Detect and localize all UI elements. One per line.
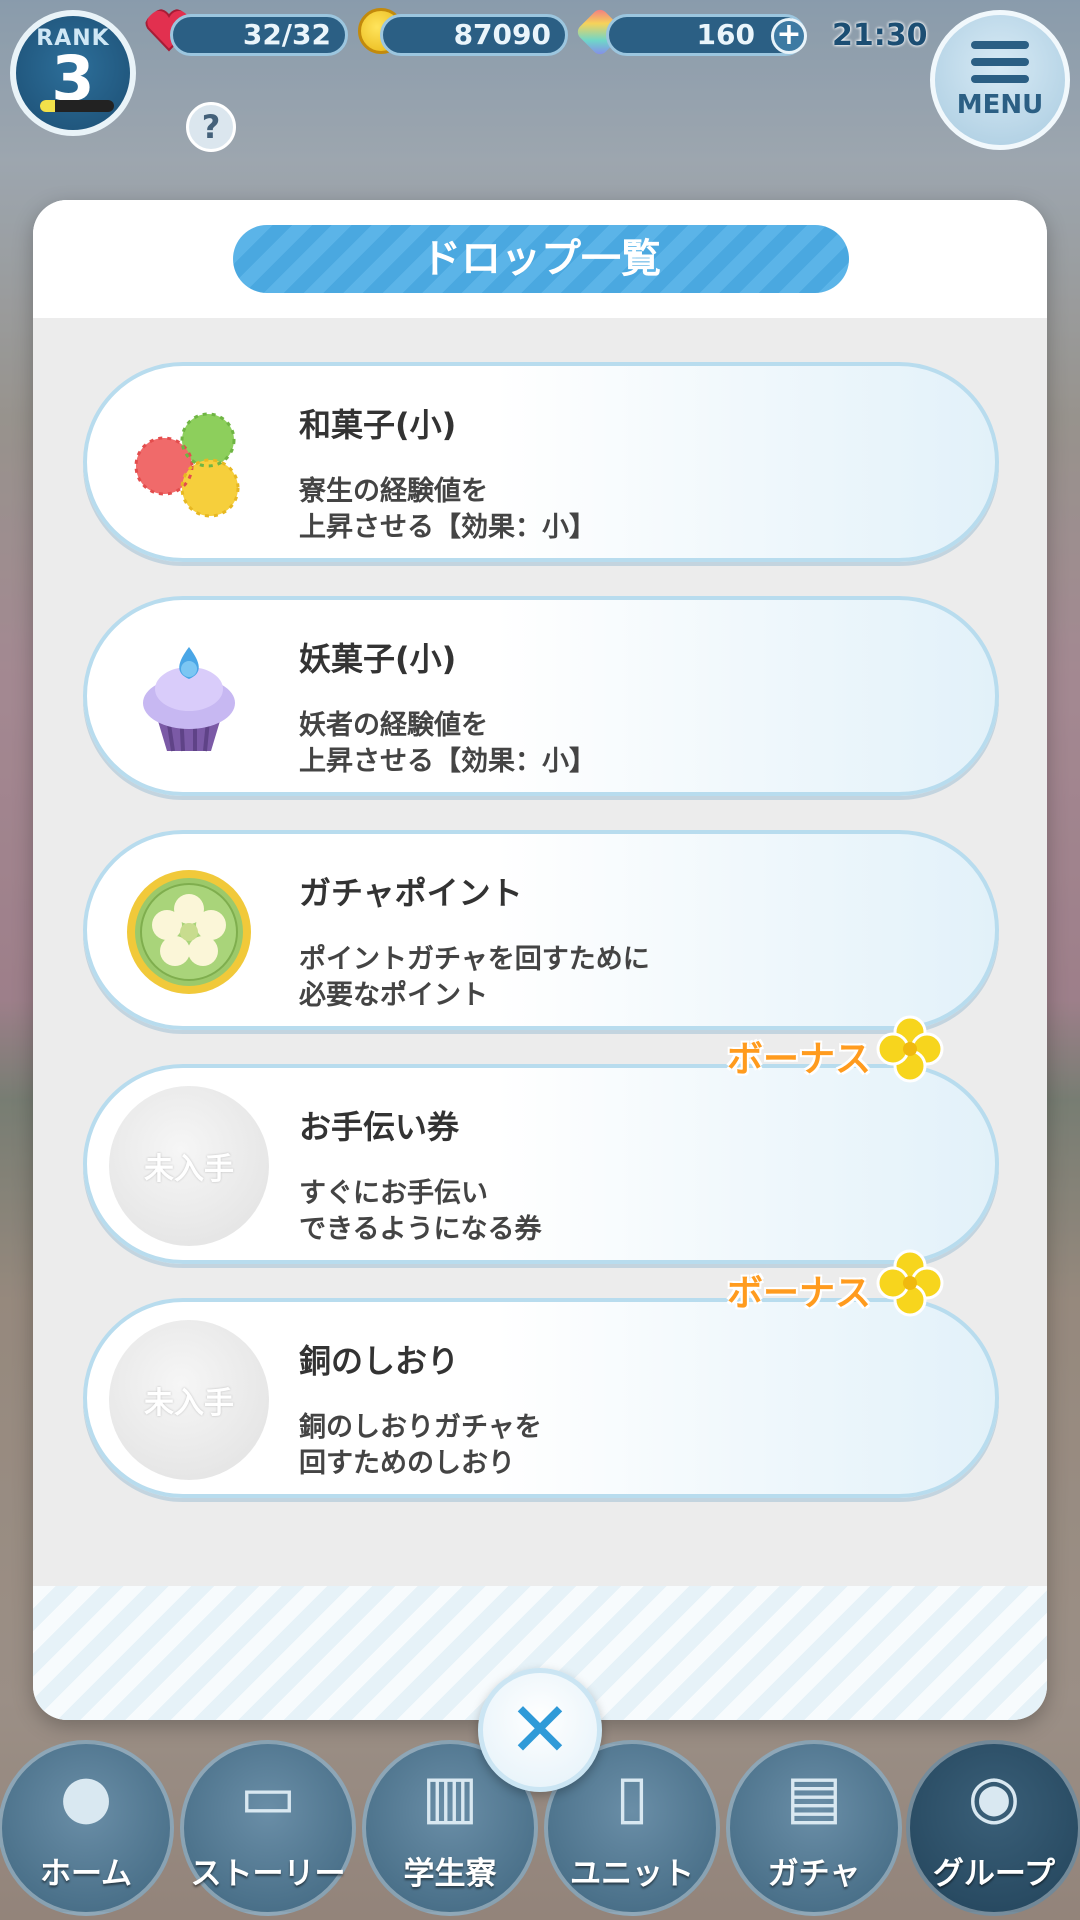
nav-label: ガチャ (767, 1856, 861, 1892)
bird-icon: ● (59, 1762, 113, 1832)
bonus-label: ボーナス (726, 1039, 871, 1080)
clock: 21:30 (832, 18, 928, 53)
nav-group[interactable]: ◉ グループ (906, 1740, 1080, 1916)
item-description-line: できるようになる券 (299, 1214, 542, 1245)
item-name: お手伝い券 (299, 1108, 460, 1146)
list-item: 未入手 お手伝い券 すぐにお手伝い できるようになる券 ボーナス (83, 1015, 999, 1264)
drop-list: 和菓子(小) 寮生の経験値を 上昇させる【効果：小】 妖菓子(小) 妖者の経験値… (33, 318, 1047, 1586)
shelf-icon: ▤ (785, 1762, 843, 1832)
item-description: すぐにお手伝い できるようになる券 (299, 1176, 541, 1248)
wagashi-icon (109, 384, 269, 544)
bonus-badge: ボーナス (726, 1015, 944, 1090)
nav-label: ユニット (570, 1856, 694, 1892)
rank-progress-fill (40, 100, 55, 112)
nav-home[interactable]: ● ホーム (0, 1740, 174, 1916)
item-description: 銅のしおりガチャを 回すためのしおり (299, 1410, 542, 1482)
clover-icon (876, 1015, 944, 1083)
list-item: ガチャポイント ポイントガチャを回すために 必要なポイント (83, 830, 999, 1030)
nav-label: ホーム (39, 1856, 133, 1892)
nav-story[interactable]: ▭ ストーリー (180, 1740, 356, 1916)
clover-icon (876, 1249, 944, 1317)
list-item: 妖菓子(小) 妖者の経験値を 上昇させる【効果：小】 (83, 596, 999, 796)
rank-progress-bar (40, 100, 114, 112)
modal-header: ドロップ一覧 (33, 200, 1047, 318)
close-button[interactable]: ✕ (478, 1668, 602, 1792)
item-description-line: 寮生の経験値を (299, 476, 488, 507)
item-description-line: すぐにお手伝い (299, 1178, 488, 1209)
item-description-line: 回すためのしおり (299, 1448, 515, 1479)
list-item: 和菓子(小) 寮生の経験値を 上昇させる【効果：小】 (83, 362, 999, 562)
menu-button[interactable]: MENU (930, 10, 1070, 150)
nav-label: グループ (932, 1856, 1056, 1892)
modal-title: ドロップ一覧 (233, 225, 849, 293)
nav-label: 学生寮 (403, 1856, 497, 1892)
drop-list-modal: ドロップ一覧 和菓子(小) 寮生の経験値を 上昇させる【効果：小】 妖菓子(小)… (33, 200, 1047, 1720)
item-name: 銅のしおり (299, 1342, 460, 1380)
item-description-line: 上昇させる【効果：小】 (299, 746, 596, 777)
item-description-line: 妖者の経験値を (299, 710, 488, 741)
stamina-counter: 32/32 (170, 14, 348, 56)
list-item: 未入手 銅のしおり 銅のしおりガチャを 回すためのしおり ボーナス (83, 1249, 999, 1498)
unobtained-icon: 未入手 (109, 1320, 269, 1480)
item-description-line: 上昇させる【効果：小】 (299, 512, 596, 543)
add-gems-button[interactable]: + (771, 18, 807, 54)
nav-label: ストーリー (190, 1856, 346, 1892)
hamburger-icon (971, 41, 1029, 83)
item-name: 妖菓子(小) (299, 640, 457, 678)
group-icon: ◉ (967, 1762, 1021, 1832)
gacha-point-coin-icon (109, 852, 269, 1012)
item-description: 妖者の経験値を 上昇させる【効果：小】 (299, 708, 596, 780)
menu-label: MENU (956, 90, 1044, 120)
item-description-line: 必要なポイント (299, 980, 488, 1011)
item-description-line: 銅のしおりガチャを (299, 1412, 542, 1443)
rank-value: 3 (51, 42, 95, 115)
item-name: ガチャポイント (299, 874, 523, 912)
unobtained-icon: 未入手 (109, 1086, 269, 1246)
nav-gacha[interactable]: ▤ ガチャ (726, 1740, 902, 1916)
help-button[interactable]: ? (186, 102, 236, 152)
bonus-label: ボーナス (726, 1273, 871, 1314)
item-description-line: ポイントガチャを回すために (299, 944, 650, 975)
item-description: ポイントガチャを回すために 必要なポイント (299, 942, 650, 1014)
cupcake-icon (109, 618, 269, 778)
item-description: 寮生の経験値を 上昇させる【効果：小】 (299, 474, 596, 546)
close-icon: ✕ (508, 1685, 572, 1774)
book-icon: ▭ (239, 1762, 297, 1832)
item-name: 和菓子(小) (299, 406, 457, 444)
coin-counter: 87090 (380, 14, 568, 56)
bonus-badge: ボーナス (726, 1249, 944, 1324)
status-bar: RANK 3 32/32 87090 160 + 21:30 MENU ? (0, 0, 1080, 160)
rank-badge[interactable]: RANK 3 (10, 10, 136, 136)
